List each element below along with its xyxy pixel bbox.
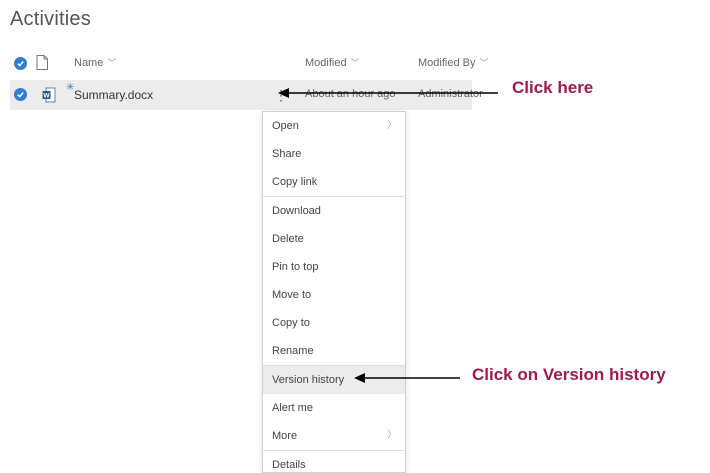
chevron-right-icon: 〉 <box>387 120 397 131</box>
column-header-name-label: Name <box>74 56 104 69</box>
menu-item-delete[interactable]: Delete <box>263 225 405 253</box>
menu-item-copy-to[interactable]: Copy to <box>263 309 405 337</box>
menu-item-label: Alert me <box>272 402 313 414</box>
menu-item-rename[interactable]: Rename <box>263 337 405 365</box>
menu-item-label: More <box>272 430 298 442</box>
annotation-click-version-history: Click on Version history <box>472 365 666 384</box>
menu-item-label: Share <box>272 148 302 160</box>
chevron-down-icon: ﹀ <box>350 58 360 68</box>
menu-item-label: Copy link <box>272 176 318 188</box>
menu-item-label: Copy to <box>272 317 310 329</box>
word-document-icon: W <box>42 87 56 106</box>
context-menu: Open 〉 Share Copy link Download Delete P… <box>262 111 406 473</box>
menu-item-label: Rename <box>272 345 314 357</box>
annotation-click-here: Click here <box>512 78 594 97</box>
menu-item-label: Open <box>272 120 299 132</box>
sharepoint-library-page: Activities Name ﹀ Modified ﹀ Modified By… <box>0 0 710 473</box>
column-header-modified[interactable]: Modified ﹀ <box>305 56 360 69</box>
column-header-name[interactable]: Name ﹀ <box>74 56 116 69</box>
file-type-icon <box>36 55 48 73</box>
annotation-arrow-icon <box>354 373 460 383</box>
svg-text:W: W <box>43 93 50 100</box>
file-name-link[interactable]: Summary.docx <box>74 88 153 102</box>
menu-item-open[interactable]: Open 〉 <box>263 112 405 140</box>
column-header-modified-label: Modified <box>305 56 347 69</box>
menu-item-label: Pin to top <box>272 261 319 273</box>
annotation-arrow-icon <box>278 88 498 98</box>
menu-item-pin-to-top[interactable]: Pin to top <box>263 253 405 281</box>
select-all-check-icon[interactable] <box>14 57 27 70</box>
menu-item-label: Delete <box>272 233 304 245</box>
menu-item-label: Download <box>272 205 321 217</box>
chevron-down-icon: ﹀ <box>479 58 489 68</box>
chevron-right-icon: 〉 <box>387 430 397 441</box>
menu-item-download[interactable]: Download <box>263 197 405 225</box>
column-header-modified-by-label: Modified By <box>418 56 476 69</box>
column-header-modified-by[interactable]: Modified By ﹀ <box>418 56 489 69</box>
menu-item-details[interactable]: Details <box>263 451 405 472</box>
page-title: Activities <box>10 8 91 30</box>
menu-item-more[interactable]: More 〉 <box>263 422 405 450</box>
menu-item-label: Version history <box>272 374 345 386</box>
menu-item-move-to[interactable]: Move to <box>263 281 405 309</box>
menu-item-label: Move to <box>272 289 312 301</box>
menu-item-copy-link[interactable]: Copy link <box>263 168 405 196</box>
chevron-down-icon: ﹀ <box>107 58 117 68</box>
list-header-row: Name ﹀ Modified ﹀ Modified By ﹀ <box>10 52 489 76</box>
menu-item-label: Details <box>272 459 306 471</box>
menu-item-alert-me[interactable]: Alert me <box>263 394 405 422</box>
row-selected-check-icon[interactable] <box>14 88 27 101</box>
menu-item-share[interactable]: Share <box>263 140 405 168</box>
